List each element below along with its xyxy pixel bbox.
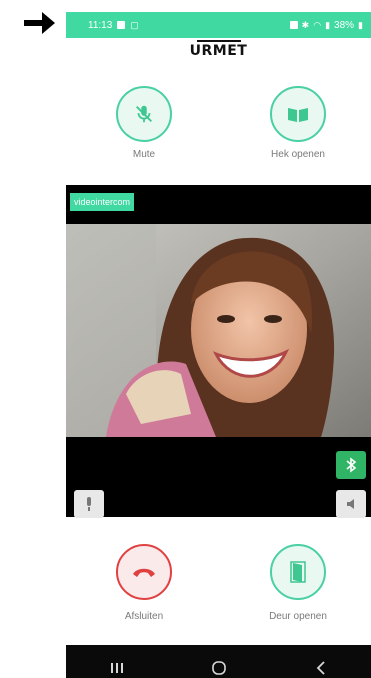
open-gate-label: Hek openen (271, 149, 325, 160)
notification-icon: ▢ (130, 19, 139, 30)
camera-feed (66, 224, 371, 437)
brand-logo: URMET (66, 40, 371, 59)
door-icon (290, 561, 306, 583)
battery-icon: ▮ (358, 19, 363, 30)
back-icon[interactable] (314, 660, 328, 676)
brand-logo-text: URMET (189, 43, 248, 59)
arrow-right-icon (24, 12, 55, 34)
speaker-button[interactable] (336, 490, 366, 518)
signal-icon: ▮ (325, 19, 331, 30)
microphone-off-icon (136, 105, 152, 123)
bluetooth-button[interactable] (336, 451, 366, 479)
home-icon[interactable] (211, 660, 227, 676)
speaker-icon (347, 499, 354, 509)
microphone-icon (87, 497, 91, 511)
open-gate-button[interactable] (270, 86, 326, 142)
vibrate-icon: ✱ (301, 19, 310, 30)
wifi-icon: ◠ (313, 19, 322, 30)
mute-label: Mute (132, 149, 156, 160)
status-time: 11:13 (88, 19, 113, 31)
hangup-icon (133, 568, 155, 577)
gallery-notification-icon (117, 21, 126, 29)
open-door-label: Deur openen (269, 611, 327, 622)
navigation-bar (66, 645, 371, 678)
hang-up-label: Afsluiten (124, 611, 164, 622)
open-door-button[interactable] (270, 544, 326, 600)
battery-saver-icon (289, 21, 298, 29)
camera-feed-image (66, 224, 371, 437)
gate-icon (288, 108, 308, 122)
recent-apps-icon[interactable] (109, 661, 125, 675)
microphone-button[interactable] (74, 490, 104, 518)
mute-button[interactable] (116, 86, 172, 142)
bluetooth-icon (346, 457, 357, 473)
phone-screen: 11:13 ▢ ✱ ◠ ▮ 38% ▮ URMET Mute Hek opene… (66, 12, 371, 678)
battery-percentage: 38% (334, 19, 355, 31)
video-source-label: videointercom (70, 193, 135, 211)
status-bar: 11:13 ▢ ✱ ◠ ▮ 38% ▮ (66, 12, 371, 38)
hang-up-button[interactable] (116, 544, 172, 600)
video-panel: videointercom (66, 185, 371, 518)
